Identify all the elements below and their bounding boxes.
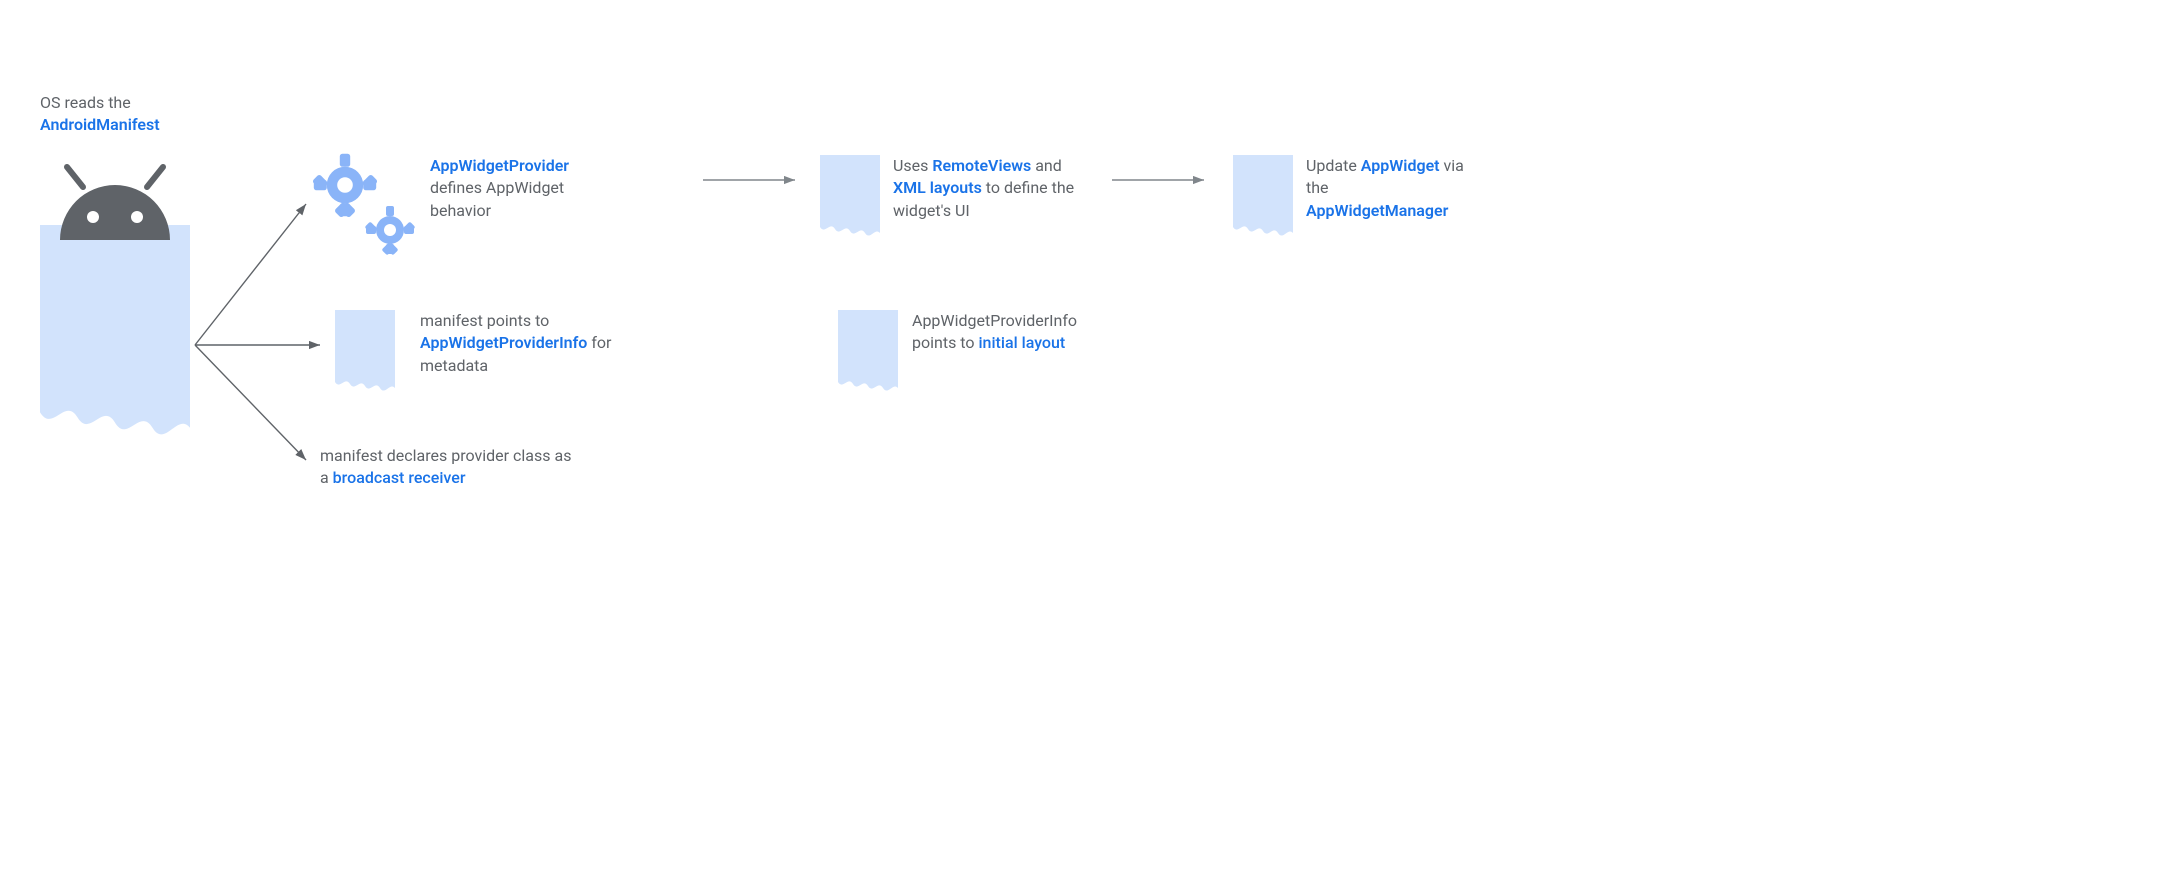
android-icon — [60, 167, 170, 240]
providerinfo-hl: AppWidgetProviderInfo — [420, 333, 587, 352]
remoteviews-pre: Uses — [893, 156, 932, 175]
update-hl: AppWidget — [1361, 156, 1440, 175]
remoteviews-and: and — [1031, 156, 1062, 175]
provider-desc2: behavior — [430, 201, 491, 220]
manifest-doc-icon — [40, 225, 190, 434]
providerinfo-line1: manifest points to — [420, 311, 549, 330]
update-post: via — [1440, 156, 1464, 175]
remoteviews-text: Uses RemoteViews and XML layouts to defi… — [893, 155, 1133, 222]
remoteviews-line3: widget's UI — [893, 201, 970, 220]
update-pre: Update — [1306, 156, 1361, 175]
remoteviews-rest: to define the — [982, 178, 1074, 197]
providerinfo-line3: metadata — [420, 356, 488, 375]
initiallayout-line1: AppWidgetProviderInfo — [912, 311, 1077, 330]
provider-title: AppWidgetProvider — [430, 156, 569, 175]
initiallayout-text: AppWidgetProviderInfo points to initial … — [912, 310, 1152, 355]
broadcast-text: manifest declares provider class as a br… — [320, 445, 640, 490]
header-manifest: AndroidManifest — [40, 115, 160, 134]
providerinfo-rest: for — [587, 333, 611, 352]
update-line3: AppWidgetManager — [1306, 201, 1448, 220]
remoteviews-hl1: RemoteViews — [932, 156, 1031, 175]
initiallayout-hl: initial layout — [978, 333, 1065, 352]
providerinfo-text: manifest points to AppWidgetProviderInfo… — [420, 310, 680, 377]
providerinfo-doc-icon — [335, 310, 395, 391]
remoteviews-hl2: XML layouts — [893, 178, 982, 197]
provider-text: AppWidgetProvider defines AppWidget beha… — [430, 155, 690, 222]
broadcast-pre: a — [320, 468, 333, 487]
provider-desc1: defines AppWidget — [430, 178, 564, 197]
gears-icon — [312, 154, 378, 218]
header-line1: OS reads the — [40, 93, 131, 112]
broadcast-hl: broadcast receiver — [333, 468, 466, 487]
header-text: OS reads the AndroidManifest — [40, 92, 300, 137]
diagram-stage: OS reads the AndroidManifest AppWidgetPr… — [0, 0, 2166, 872]
initiallayout-doc-icon — [838, 310, 898, 391]
broadcast-line1: manifest declares provider class as — [320, 446, 571, 465]
update-line2: the — [1306, 178, 1329, 197]
update-text: Update AppWidget via the AppWidgetManage… — [1306, 155, 1536, 222]
update-doc-icon — [1233, 155, 1293, 236]
remoteviews-doc-icon — [820, 155, 880, 236]
initiallayout-pre: points to — [912, 333, 978, 352]
